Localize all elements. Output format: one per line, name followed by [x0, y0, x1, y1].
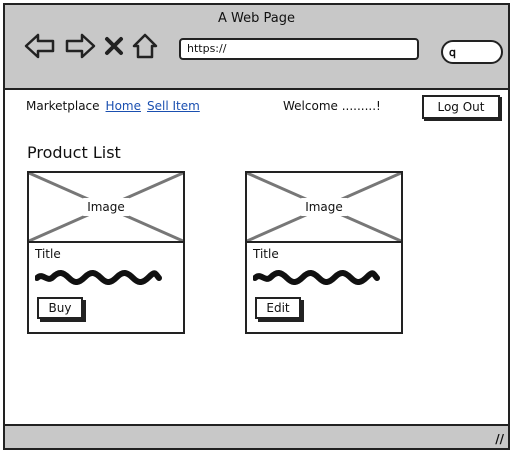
brand-label: Marketplace — [26, 99, 100, 113]
browser-toolbar: A Web Page https:// 𝗊 — [5, 5, 508, 90]
search-box[interactable]: 𝗊 — [441, 40, 503, 64]
product-image: Image — [29, 173, 183, 243]
edit-button[interactable]: Edit — [255, 297, 301, 319]
window-title: A Web Page — [218, 11, 295, 26]
image-placeholder-label: Image — [301, 198, 347, 216]
site-nav: Marketplace Home Sell Item — [26, 99, 200, 113]
close-icon[interactable] — [103, 33, 125, 59]
resize-handle-icon[interactable]: // — [495, 432, 504, 446]
welcome-text: Welcome .........! — [283, 99, 381, 113]
buy-button[interactable]: Buy — [37, 297, 83, 319]
status-bar: // — [5, 424, 508, 448]
nav-icons — [23, 31, 159, 61]
product-card: Image Title Edit — [245, 171, 403, 334]
logout-button[interactable]: Log Out — [422, 95, 500, 119]
forward-arrow-icon[interactable] — [63, 32, 97, 60]
product-card: Image Title Buy — [27, 171, 185, 334]
sell-item-link[interactable]: Sell Item — [147, 99, 200, 113]
search-icon: 𝗊 — [449, 46, 456, 59]
product-title: Title — [253, 247, 279, 261]
description-scribble — [35, 270, 162, 285]
description-scribble — [253, 270, 380, 285]
product-title: Title — [35, 247, 61, 261]
home-link[interactable]: Home — [106, 99, 141, 113]
browser-window: A Web Page https:// 𝗊 Marketplace Home S… — [3, 3, 510, 450]
back-arrow-icon[interactable] — [23, 32, 57, 60]
home-icon[interactable] — [131, 32, 159, 60]
product-image: Image — [247, 173, 401, 243]
page-title: Product List — [27, 143, 121, 162]
image-placeholder-label: Image — [83, 198, 129, 216]
url-field[interactable]: https:// — [179, 38, 419, 60]
